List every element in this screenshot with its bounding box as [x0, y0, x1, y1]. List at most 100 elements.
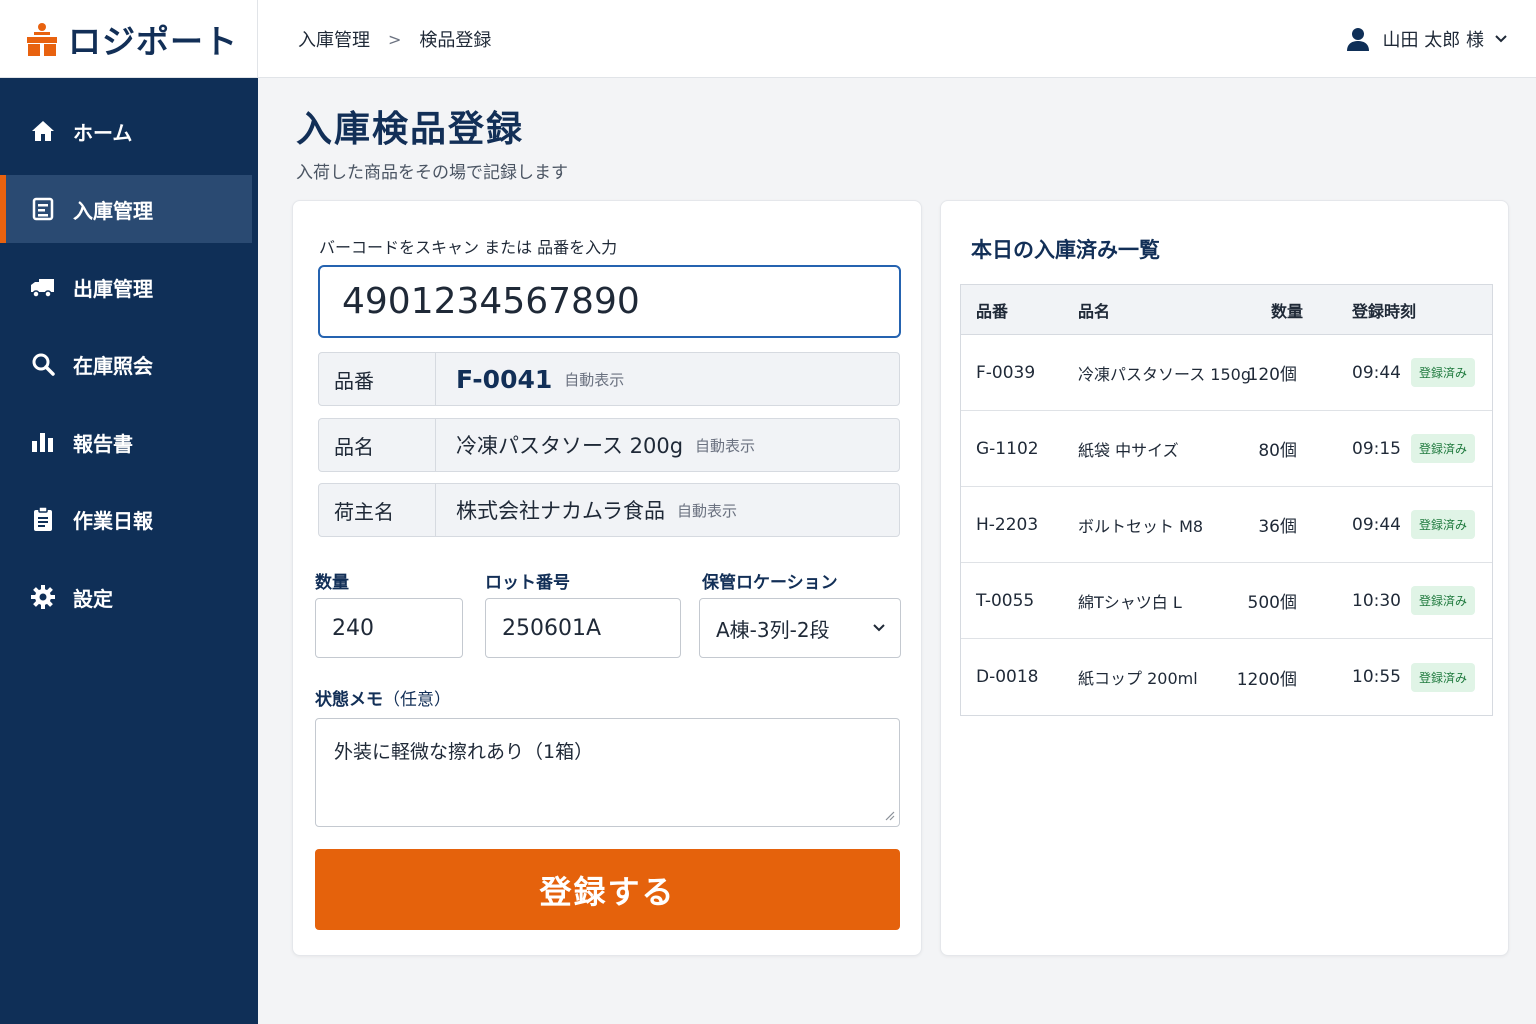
row-name: 紙袋 中サイズ — [1078, 440, 1179, 460]
column-header-time: 登録時刻 — [1352, 301, 1417, 321]
row-qty: 500個 — [1247, 593, 1297, 613]
condition-memo-textarea[interactable]: 外装に軽微な擦れあり（1箱） — [315, 718, 900, 827]
sidebar-item-label: 在庫照会 — [73, 353, 153, 378]
status-badge-text: 登録済み — [1411, 358, 1476, 387]
home-icon — [30, 118, 56, 144]
breadcrumb-separator: > — [388, 29, 402, 49]
location-select[interactable]: A棟-3列-2段 — [699, 598, 901, 658]
top-header: ロジポート 入庫管理 > 検品登録 山田 太郎 様 — [0, 0, 1536, 78]
lot-label: ロット番号 — [485, 573, 570, 593]
table-header: 品番 品名 数量 登録時刻 — [961, 285, 1492, 335]
sidebar-item-shipping[interactable]: 出庫管理 — [0, 253, 252, 321]
sidebar-item-label: 報告書 — [73, 431, 133, 456]
row-time: 09:15 — [1352, 438, 1401, 459]
sidebar-item-label: 設定 — [73, 586, 113, 611]
sidebar-item-inventory[interactable]: 在庫照会 — [0, 330, 252, 398]
table-row[interactable]: F-0039 冷凍パスタソース 150g 120個 09:44 登録済み — [961, 335, 1492, 411]
user-menu[interactable]: 山田 太郎 様 — [1345, 0, 1508, 78]
row-name: ボルトセット M8 — [1078, 516, 1204, 536]
sidebar-item-label: 出庫管理 — [73, 276, 153, 301]
sidebar-item-home[interactable]: ホーム — [0, 97, 252, 165]
status-badge-text: 登録済み — [1411, 662, 1476, 692]
table-row[interactable]: T-0055 綿Tシャツ白 L 500個 10:30 登録済み — [961, 563, 1492, 639]
location-label: 保管ロケーション — [702, 573, 838, 593]
app-name: ロジポート — [68, 22, 238, 61]
row-code: H-2203 — [976, 514, 1039, 535]
table-row[interactable]: H-2203 ボルトセット M8 36個 09:44 登録済み — [961, 487, 1492, 563]
status-badge: 登録済み — [1411, 335, 1476, 410]
gear-icon — [30, 584, 56, 610]
memo-label: 状態メモ（任意） — [315, 685, 451, 710]
status-badge-text: 登録済み — [1411, 510, 1476, 539]
breadcrumb-current: 検品登録 — [419, 30, 492, 51]
status-badge-text: 登録済み — [1411, 586, 1476, 615]
info-row-name: 品名 冷凍パスタソース 200g 自動表示 — [318, 418, 900, 472]
logo-box-icon — [27, 23, 57, 56]
table-row[interactable]: D-0018 紙コップ 200ml 1200個 10:55 登録済み — [961, 639, 1492, 715]
info-value: F-0041 自動表示 — [436, 353, 624, 405]
inspection-form-card: バーコードをスキャン または 品番を入力 品番 F-0041 自動表示 品名 冷… — [292, 200, 922, 956]
info-value: 冷凍パスタソース 200g 自動表示 — [436, 419, 755, 471]
auto-label: 自動表示 — [676, 501, 737, 520]
info-key: 品番 — [319, 353, 436, 405]
row-code: G-1102 — [976, 438, 1039, 459]
info-row-shipper: 荷主名 株式会社ナカムラ食品 自動表示 — [318, 483, 900, 537]
shipper-name-value: 株式会社ナカムラ食品 — [456, 499, 665, 523]
scan-label: バーコードをスキャン または 品番を入力 — [319, 238, 618, 257]
info-row-code: 品番 F-0041 自動表示 — [318, 352, 900, 406]
sidebar-item-settings[interactable]: 設定 — [0, 563, 252, 631]
column-header-qty: 数量 — [1271, 301, 1304, 321]
row-qty: 120個 — [1247, 365, 1297, 385]
table-row[interactable]: G-1102 紙袋 中サイズ 80個 09:15 登録済み — [961, 411, 1492, 487]
row-qty: 80個 — [1258, 441, 1297, 461]
product-code-value: F-0041 — [456, 364, 553, 394]
column-header-name: 品名 — [1078, 301, 1111, 321]
row-name: 紙コップ 200ml — [1078, 669, 1198, 688]
quantity-input[interactable] — [315, 598, 463, 658]
row-time: 10:55 — [1352, 667, 1401, 687]
clipboard-icon — [30, 506, 56, 532]
barcode-input[interactable] — [318, 265, 901, 338]
lot-number-input[interactable] — [485, 598, 681, 658]
breadcrumb-parent[interactable]: 入庫管理 — [298, 26, 370, 52]
location-selected-value: A棟-3列-2段 — [716, 617, 830, 642]
status-badge-text: 登録済み — [1411, 434, 1476, 463]
row-code: D-0018 — [976, 667, 1039, 687]
row-name: 綿Tシャツ白 L — [1078, 592, 1182, 612]
user-icon — [1346, 28, 1369, 51]
sidebar-item-receiving[interactable]: 入庫管理 — [0, 175, 252, 243]
breadcrumb: 入庫管理 > 検品登録 — [298, 0, 491, 78]
quantity-label: 数量 — [315, 573, 349, 593]
page-subtitle: 入荷した商品をその場で記録します — [296, 163, 568, 183]
info-key: 荷主名 — [319, 484, 436, 536]
app-root: ロジポート 入庫管理 > 検品登録 山田 太郎 様 ホーム 入庫管理 出庫管理 … — [0, 0, 1536, 1024]
today-list-card: 本日の入庫済み一覧 品番 品名 数量 登録時刻 F-0039 冷凍パスタソース … — [940, 200, 1509, 956]
sidebar-item-daily-report[interactable]: 作業日報 — [0, 485, 252, 553]
sidebar-item-reports[interactable]: 報告書 — [0, 408, 252, 476]
memo-optional: （任意） — [383, 690, 451, 710]
user-name: 山田 太郎 様 — [1382, 30, 1484, 51]
receipt-table: 品番 品名 数量 登録時刻 F-0039 冷凍パスタソース 150g 120個 … — [960, 284, 1493, 716]
sidebar-item-label: 作業日報 — [73, 508, 153, 533]
status-badge: 登録済み — [1411, 487, 1476, 562]
logo[interactable]: ロジポート — [0, 0, 258, 78]
row-code: T-0055 — [976, 590, 1035, 611]
resize-grip-icon[interactable] — [883, 809, 895, 821]
memo-label-text: 状態メモ — [315, 690, 383, 710]
row-time: 09:44 — [1352, 362, 1401, 383]
page-title: 入庫検品登録 — [296, 109, 525, 150]
column-header-code: 品番 — [976, 301, 1009, 321]
chevron-down-icon — [1495, 35, 1507, 43]
row-name: 冷凍パスタソース 150g — [1078, 364, 1251, 384]
bar-chart-icon — [30, 429, 56, 455]
row-time: 10:30 — [1352, 590, 1401, 611]
chevron-down-icon — [873, 624, 885, 632]
truck-icon — [30, 274, 56, 300]
register-button[interactable]: 登録する — [315, 849, 900, 930]
sidebar: ホーム 入庫管理 出庫管理 在庫照会 報告書 作業日報 設定 — [0, 78, 258, 1024]
sidebar-item-label: ホーム — [73, 120, 133, 145]
search-icon — [30, 351, 56, 377]
info-key: 品名 — [319, 419, 436, 471]
auto-label: 自動表示 — [564, 370, 625, 389]
status-badge: 登録済み — [1411, 563, 1476, 638]
